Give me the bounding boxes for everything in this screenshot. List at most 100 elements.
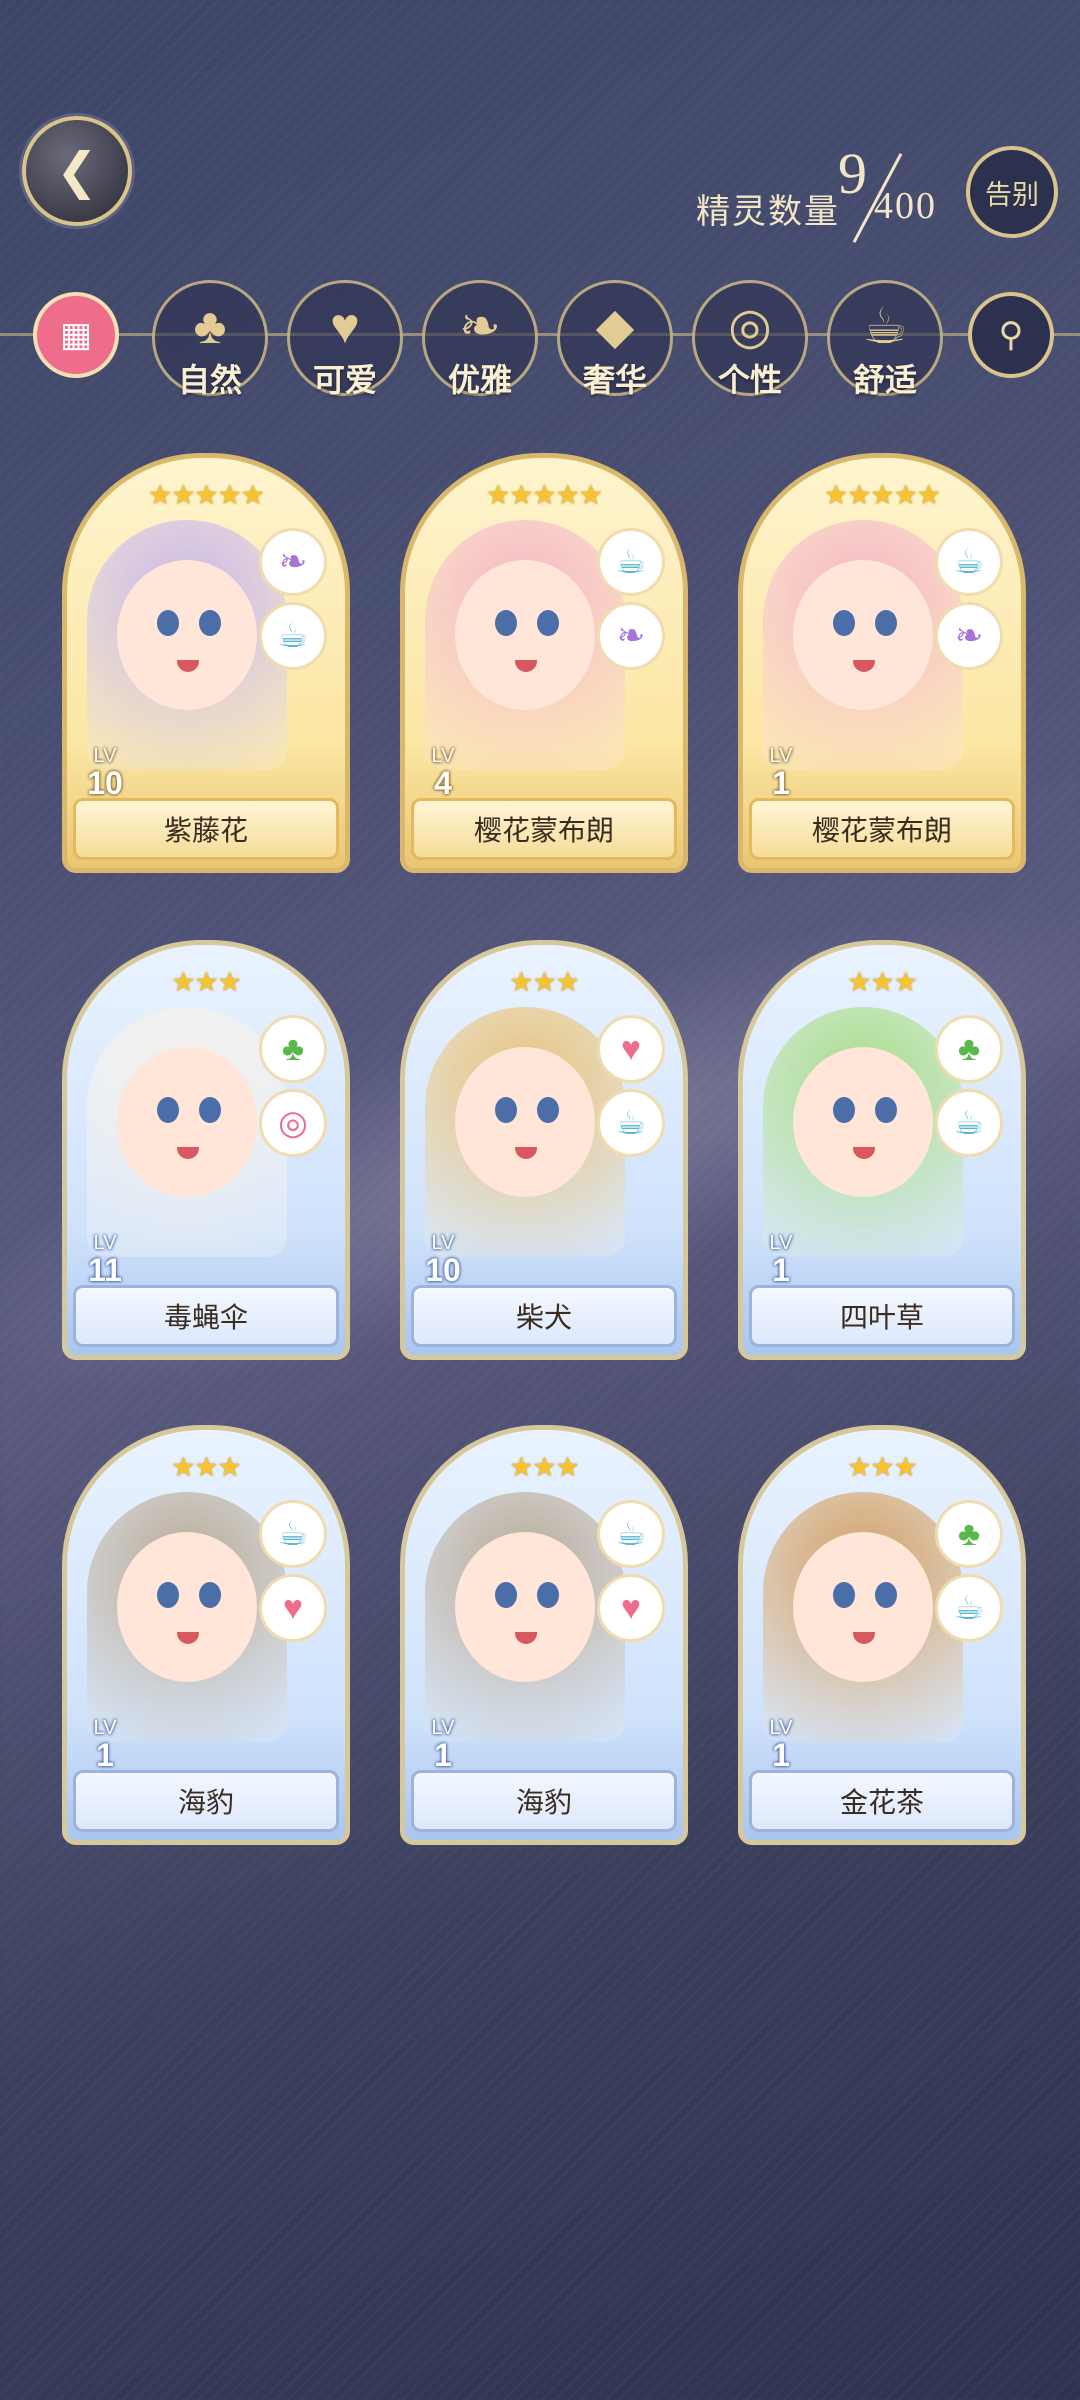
glasses-icon: ◎ — [728, 298, 772, 354]
level-value: 1 — [96, 1737, 114, 1773]
level-badge: LV 10 — [413, 1233, 473, 1287]
heart-icon: ♥ — [597, 1574, 665, 1642]
portrait-eye — [157, 1097, 179, 1123]
level-label: LV — [769, 1232, 793, 1254]
rarity-stars: ★★★ — [847, 967, 918, 997]
portrait-eye — [199, 1097, 221, 1123]
spirit-card[interactable]: ★★★ ♣ ◎ LV 11 毒蝇伞 — [62, 940, 350, 1360]
portrait-eye — [833, 1582, 855, 1608]
category-tab[interactable]: ◎ 个性 — [692, 280, 808, 398]
portrait-eye — [833, 610, 855, 636]
spirit-portrait — [87, 520, 287, 770]
spirit-card[interactable]: ★★★ ☕ ♥ LV 1 海豹 — [62, 1425, 350, 1845]
portrait-eye — [875, 610, 897, 636]
category-label: 奢华 — [582, 362, 647, 398]
rarity-stars: ★★★★★ — [485, 480, 603, 510]
rarity-stars: ★★★★★ — [147, 480, 265, 510]
portrait-face — [793, 1047, 933, 1197]
spirit-card[interactable]: ★★★ ♣ ☕ LV 1 四叶草 — [738, 940, 1026, 1360]
teacup-icon: ☕ — [597, 1500, 665, 1568]
level-badge: LV 4 — [413, 746, 473, 800]
grid-icon: ▦ — [59, 316, 93, 354]
level-value: 4 — [434, 765, 452, 801]
clover-icon: ♣ — [935, 1500, 1003, 1568]
portrait-face — [455, 560, 595, 710]
category-tab[interactable]: ☕ 舒适 — [827, 280, 943, 398]
level-label: LV — [93, 1717, 117, 1739]
level-label: LV — [431, 1717, 455, 1739]
spirit-name: 毒蝇伞 — [73, 1285, 339, 1347]
portrait-eye — [495, 1097, 517, 1123]
farewell-button[interactable]: 告别 — [966, 146, 1058, 238]
teacup-icon: ☕ — [862, 298, 908, 354]
spirit-card[interactable]: ★★★ ♥ ☕ LV 10 柴犬 — [400, 940, 688, 1360]
portrait-face — [117, 1532, 257, 1682]
wing-arrow-icon: ❮ — [56, 143, 98, 199]
spirit-name: 金花茶 — [749, 1770, 1015, 1832]
rarity-stars: ★★★ — [171, 1452, 242, 1482]
level-badge: LV 1 — [75, 1718, 135, 1772]
spirit-count-max: 400 — [874, 185, 937, 227]
spirit-name: 紫藤花 — [73, 798, 339, 860]
level-badge: LV 1 — [751, 1718, 811, 1772]
level-label: LV — [431, 745, 455, 767]
category-tab[interactable]: ❧ 优雅 — [422, 280, 538, 398]
spirit-name: 柴犬 — [411, 1285, 677, 1347]
filter-all-button[interactable]: ▦ — [33, 292, 119, 378]
portrait-eye — [157, 610, 179, 636]
heart-icon: ♥ — [597, 1015, 665, 1083]
spirit-portrait — [425, 520, 625, 770]
spirit-card[interactable]: ★★★★★ ☕ ❧ LV 4 樱花蒙布朗 — [400, 453, 688, 873]
portrait-face — [455, 1047, 595, 1197]
search-button[interactable]: ⚲ — [968, 292, 1054, 378]
level-label: LV — [769, 745, 793, 767]
spirit-portrait — [763, 520, 963, 770]
portrait-eye — [537, 1097, 559, 1123]
level-badge: LV 1 — [751, 1233, 811, 1287]
spirit-name: 四叶草 — [749, 1285, 1015, 1347]
level-badge: LV 1 — [413, 1718, 473, 1772]
teacup-icon: ☕ — [259, 1500, 327, 1568]
spirit-card[interactable]: ★★★ ♣ ☕ LV 1 金花茶 — [738, 1425, 1026, 1845]
back-button[interactable]: ❮ — [22, 116, 132, 226]
level-value: 1 — [434, 1737, 452, 1773]
level-value: 1 — [772, 765, 790, 801]
swan-icon: ❧ — [459, 298, 501, 354]
portrait-eye — [199, 610, 221, 636]
level-label: LV — [431, 1232, 455, 1254]
category-label: 可爱 — [312, 362, 377, 398]
level-badge: LV 1 — [751, 746, 811, 800]
swan-icon: ❧ — [597, 602, 665, 670]
teacup-icon: ☕ — [597, 1089, 665, 1157]
category-label: 个性 — [717, 362, 782, 398]
spirit-portrait — [87, 1007, 287, 1257]
category-tab[interactable]: ♣ 自然 — [152, 280, 268, 398]
category-tab[interactable]: ♥ 可爱 — [287, 280, 403, 398]
level-value: 10 — [87, 765, 123, 801]
spirit-name: 樱花蒙布朗 — [411, 798, 677, 860]
category-tab[interactable]: ◆ 奢华 — [557, 280, 673, 398]
category-label: 舒适 — [852, 362, 917, 398]
farewell-label: 告别 — [985, 179, 1039, 210]
portrait-eye — [157, 1582, 179, 1608]
clover-icon: ♣ — [935, 1015, 1003, 1083]
rarity-stars: ★★★ — [509, 1452, 580, 1482]
swan-icon: ❧ — [259, 528, 327, 596]
rarity-stars: ★★★ — [509, 967, 580, 997]
portrait-eye — [495, 610, 517, 636]
level-value: 11 — [88, 1252, 122, 1288]
level-label: LV — [93, 745, 117, 767]
level-value: 1 — [772, 1252, 790, 1288]
spirit-card[interactable]: ★★★★★ ☕ ❧ LV 1 樱花蒙布朗 — [738, 453, 1026, 873]
teacup-icon: ☕ — [935, 1574, 1003, 1642]
spirit-count-current: 9 — [838, 141, 867, 206]
portrait-eye — [537, 610, 559, 636]
diamond-icon: ◆ — [595, 298, 635, 354]
spirit-card[interactable]: ★★★★★ ❧ ☕ LV 10 紫藤花 — [62, 453, 350, 873]
spirit-card[interactable]: ★★★ ☕ ♥ LV 1 海豹 — [400, 1425, 688, 1845]
teacup-icon: ☕ — [597, 528, 665, 596]
portrait-eye — [875, 1097, 897, 1123]
category-label: 自然 — [177, 362, 242, 398]
spirit-count: 精灵数量 9 400 — [696, 140, 946, 260]
spirit-count-label: 精灵数量 — [696, 193, 840, 231]
